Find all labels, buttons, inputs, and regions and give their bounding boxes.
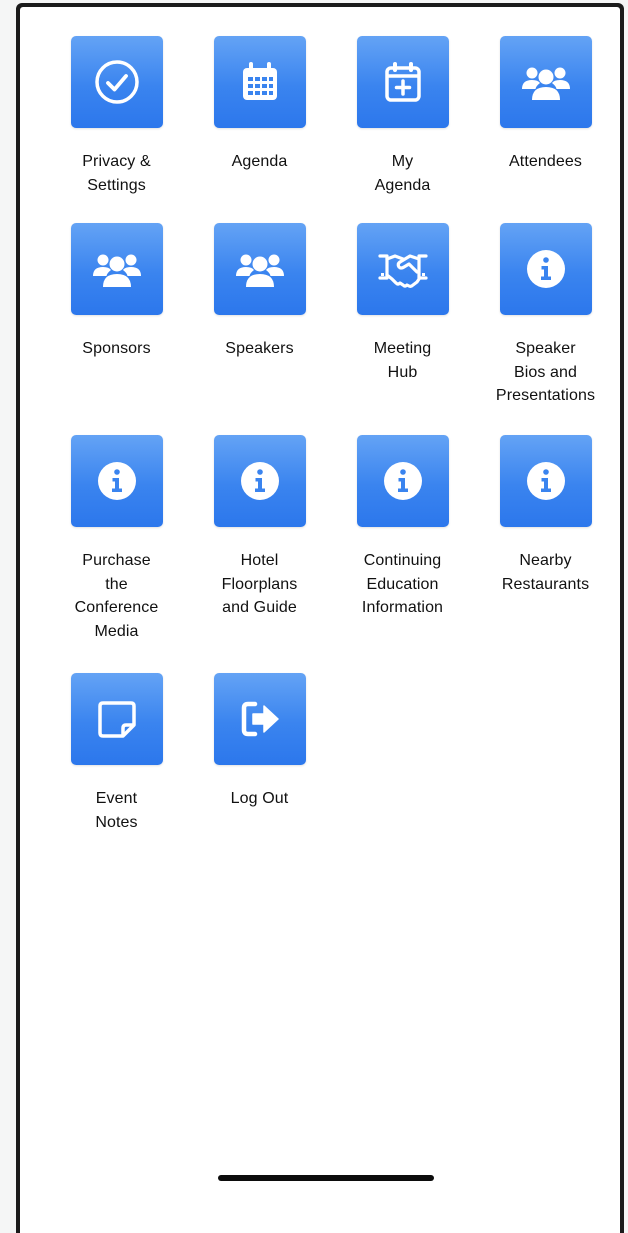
tile-continuing-education[interactable]: Continuing Education Information [331, 435, 474, 620]
tile-log-out[interactable]: Log Out [188, 673, 331, 811]
tile-label: Privacy & Settings [82, 153, 151, 194]
tile-icon-box[interactable] [70, 223, 163, 315]
tile-my-agenda[interactable]: My Agenda [331, 36, 474, 197]
home-indicator[interactable] [218, 1175, 434, 1181]
tile-icon-box[interactable] [499, 223, 592, 315]
tile-privacy-settings[interactable]: Privacy & Settings [45, 36, 188, 197]
sign-out-icon [234, 693, 286, 745]
app-screen: Privacy & Settings Agenda My Agenda Attendees… [20, 7, 620, 1233]
tile-event-notes[interactable]: Event Notes [45, 673, 188, 834]
menu-grid: Privacy & Settings Agenda My Agenda Attendees… [20, 7, 620, 1187]
sticky-note-icon [91, 693, 143, 745]
tile-icon-box[interactable] [70, 673, 163, 765]
tile-speaker-bios[interactable]: Speaker Bios and Presentations [474, 223, 617, 408]
tile-label: Attendees [509, 153, 582, 170]
tile-icon-box[interactable] [70, 435, 163, 527]
tile-label: Log Out [230, 790, 289, 807]
tile-icon-box[interactable] [213, 223, 306, 315]
calendar-icon [234, 56, 286, 108]
info-icon [91, 455, 143, 507]
tile-speakers[interactable]: Speakers [188, 223, 331, 361]
tile-icon-box[interactable] [213, 36, 306, 128]
tile-purchase-media[interactable]: Purchase the Conference Media [45, 435, 188, 643]
info-icon [520, 243, 572, 295]
tile-icon-box[interactable] [356, 435, 449, 527]
info-icon [234, 455, 286, 507]
calendar-plus-icon [377, 56, 429, 108]
tile-label: Continuing Education Information [361, 552, 444, 616]
tile-nearby-restaurants[interactable]: Nearby Restaurants [474, 435, 617, 596]
tile-attendees[interactable]: Attendees [474, 36, 617, 174]
tile-label: Speakers [225, 340, 294, 357]
tile-hotel-floorplans[interactable]: Hotel Floorplans and Guide [188, 435, 331, 620]
people-group-icon [520, 56, 572, 108]
people-group-icon [91, 243, 143, 295]
tile-icon-box[interactable] [70, 36, 163, 128]
tile-icon-box[interactable] [213, 435, 306, 527]
tile-label: Nearby Restaurants [501, 552, 590, 593]
check-circle-icon [91, 56, 143, 108]
tile-icon-box[interactable] [356, 223, 449, 315]
tile-icon-box[interactable] [499, 36, 592, 128]
tile-label: Agenda [231, 153, 288, 170]
tile-label: Hotel Floorplans and Guide [221, 552, 298, 616]
tile-sponsors[interactable]: Sponsors [45, 223, 188, 361]
tile-icon-box[interactable] [499, 435, 592, 527]
tile-icon-box[interactable] [356, 36, 449, 128]
info-icon [377, 455, 429, 507]
handshake-icon [377, 243, 429, 295]
tile-label: Purchase the Conference Media [74, 552, 159, 640]
tile-label: Speaker Bios and Presentations [495, 340, 596, 404]
phone-frame: Privacy & Settings Agenda My Agenda Attendees… [16, 3, 624, 1233]
tile-agenda[interactable]: Agenda [188, 36, 331, 174]
people-group-icon [234, 243, 286, 295]
tile-label: Sponsors [82, 340, 151, 357]
tile-icon-box[interactable] [213, 673, 306, 765]
info-icon [520, 455, 572, 507]
tile-label: Meeting Hub [373, 340, 432, 381]
tile-label: Event Notes [95, 790, 138, 831]
tile-label: My Agenda [374, 153, 431, 194]
tile-meeting-hub[interactable]: Meeting Hub [331, 223, 474, 384]
